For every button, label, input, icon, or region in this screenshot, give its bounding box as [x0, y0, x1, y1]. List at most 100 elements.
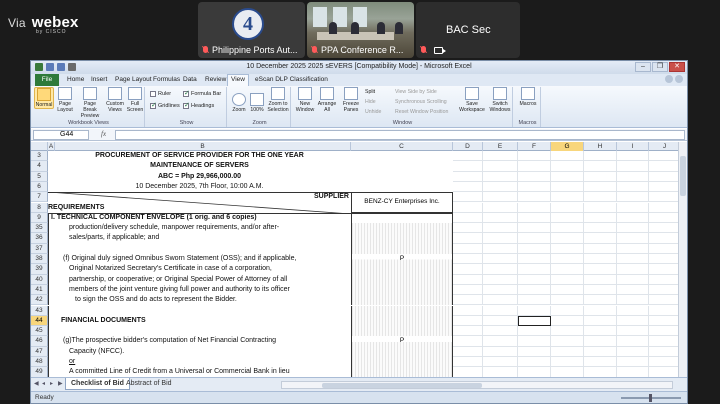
gridlines-checkbox[interactable]: Gridlines — [150, 101, 180, 109]
row-header[interactable]: 36 — [31, 233, 48, 244]
cell-c[interactable] — [351, 161, 453, 171]
zoom-slider[interactable] — [621, 394, 681, 402]
vertical-scrollbar[interactable] — [678, 142, 687, 377]
close-button[interactable]: ✕ — [669, 62, 685, 72]
column-header-c[interactable]: C — [351, 142, 453, 151]
cell-b[interactable]: FINANCIAL DOCUMENTS — [48, 315, 351, 327]
macros-button[interactable]: Macros — [517, 87, 539, 107]
zoom-to-selection-button[interactable]: Zoom to Selection — [267, 87, 289, 113]
cell-c[interactable] — [351, 346, 453, 357]
new-window-button[interactable]: New Window — [295, 87, 315, 113]
row-header[interactable]: 8 — [31, 202, 48, 213]
column-header-f[interactable]: F — [518, 142, 551, 151]
view-side-by-side-button[interactable]: View Side by Side — [395, 89, 437, 95]
cell-c[interactable] — [351, 182, 453, 192]
cell-c[interactable] — [351, 243, 453, 254]
cell-c[interactable] — [351, 326, 453, 337]
cell-c[interactable]: BENZ-CY Enterprises Inc. — [351, 192, 453, 213]
cell-b[interactable] — [48, 326, 351, 337]
participant-tile-ppa[interactable]: Philippine Ports Aut... — [198, 2, 305, 58]
select-all-corner[interactable] — [31, 142, 48, 151]
minimize-button[interactable]: – — [635, 62, 651, 72]
column-header-b[interactable]: B — [55, 142, 351, 151]
hide-button[interactable]: Hide — [365, 99, 376, 105]
cell-c[interactable] — [351, 305, 453, 316]
row-header[interactable]: 9 — [31, 212, 48, 224]
synchronous-scrolling-button[interactable]: Synchronous Scrolling — [395, 99, 447, 105]
cell-b[interactable]: or — [48, 357, 351, 368]
row-header[interactable]: 38 — [31, 254, 48, 265]
cell-c[interactable] — [351, 264, 453, 275]
tab-formulas[interactable]: Formulas — [153, 76, 180, 83]
row-header[interactable]: 4 — [31, 161, 48, 172]
active-cell-g44[interactable] — [518, 315, 551, 327]
row-header[interactable]: 49 — [31, 367, 48, 377]
arrange-all-button[interactable]: Arrange All — [317, 87, 337, 113]
cell-c[interactable] — [351, 295, 453, 306]
row-header[interactable]: 39 — [31, 264, 48, 275]
prev-sheet-icon[interactable]: ◂ — [42, 381, 48, 388]
cell-c[interactable] — [351, 367, 453, 377]
row-header[interactable]: 47 — [31, 346, 48, 357]
row-header[interactable]: 41 — [31, 284, 48, 296]
formula-bar-checkbox[interactable]: Formula Bar — [183, 89, 221, 97]
tab-file[interactable]: File — [35, 74, 59, 86]
cell-b[interactable]: (f) Original duly signed Omnibus Sworn S… — [48, 254, 351, 265]
scroll-thumb[interactable] — [680, 156, 686, 196]
cell-c[interactable] — [351, 212, 453, 224]
tab-data[interactable]: Data — [183, 76, 197, 83]
row-header[interactable]: 3 — [31, 151, 48, 162]
unhide-button[interactable]: Unhide — [365, 109, 381, 115]
split-button[interactable]: Split — [365, 89, 375, 95]
cell-c[interactable]: P — [351, 254, 453, 265]
cell-c[interactable] — [351, 151, 453, 161]
worksheet-grid[interactable]: 3 PROCUREMENT OF SERVICE PROVIDER FOR THE… — [31, 151, 687, 377]
column-header-h[interactable]: H — [584, 142, 617, 151]
restore-button[interactable]: ❐ — [652, 62, 668, 72]
zoom-100-button[interactable]: 100% — [249, 93, 265, 113]
participant-tile-bac-sec[interactable]: BAC Sec — [416, 2, 520, 58]
cell-b[interactable]: A committed Line of Credit from a Univer… — [48, 367, 351, 377]
cell-c[interactable] — [351, 233, 453, 244]
ribbon-minimize-icon[interactable] — [675, 75, 683, 83]
sheet-tab-abstract-of-bid[interactable]: Abstract of Bid — [121, 378, 177, 390]
row-header[interactable]: 37 — [31, 243, 48, 254]
first-sheet-icon[interactable]: ◀ — [34, 381, 40, 388]
page-break-preview-button[interactable]: Page Break Preview — [77, 87, 103, 119]
cell-b[interactable]: sales/parts, if applicable; and — [48, 233, 351, 244]
tab-review[interactable]: Review — [205, 76, 226, 83]
cell-c[interactable] — [351, 315, 453, 327]
row-header[interactable]: 44 — [31, 315, 48, 327]
switch-windows-button[interactable]: Switch Windows — [487, 87, 513, 113]
row-header[interactable]: 46 — [31, 336, 48, 347]
participant-tile-conference-room[interactable]: PPA Conference R... — [307, 2, 414, 58]
insert-function-icon[interactable]: fx — [101, 130, 106, 138]
zoom-button[interactable]: Zoom — [231, 93, 247, 113]
cell-b[interactable] — [48, 243, 351, 254]
column-header-e[interactable]: E — [483, 142, 518, 151]
save-workspace-button[interactable]: Save Workspace — [459, 87, 485, 113]
cell-b[interactable]: members of the joint venture giving full… — [48, 284, 351, 296]
custom-views-button[interactable]: Custom Views — [105, 87, 125, 113]
cell-c[interactable] — [351, 284, 453, 296]
row-header[interactable]: 45 — [31, 326, 48, 337]
cell-b[interactable]: MAINTENANCE OF SERVERS — [48, 161, 351, 171]
normal-view-button[interactable]: Normal — [34, 87, 54, 109]
tab-page-layout[interactable]: Page Layout — [115, 76, 152, 83]
cell-b[interactable]: ABC = Php 29,966,000.00 — [48, 172, 351, 182]
column-header-a[interactable]: A — [48, 142, 55, 151]
tab-home[interactable]: Home — [67, 76, 84, 83]
cell-b[interactable]: to sign the OSS and do acts to represent… — [48, 295, 351, 306]
full-screen-button[interactable]: Full Screen — [126, 87, 144, 113]
cell-b[interactable]: I. TECHNICAL COMPONENT ENVELOPE (1 orig.… — [48, 212, 351, 224]
help-icon[interactable] — [665, 75, 673, 83]
scroll-thumb[interactable] — [322, 383, 482, 388]
row-header[interactable]: 35 — [31, 223, 48, 234]
cell-b[interactable]: production/delivery schedule, manpower r… — [48, 223, 351, 234]
cell-c[interactable] — [351, 223, 453, 234]
freeze-panes-button[interactable]: Freeze Panes — [339, 87, 363, 113]
column-header-d[interactable]: D — [453, 142, 483, 151]
tab-insert[interactable]: Insert — [91, 76, 107, 83]
cell-b[interactable]: Capacity (NFCC). — [48, 346, 351, 357]
formula-input[interactable] — [115, 130, 685, 140]
